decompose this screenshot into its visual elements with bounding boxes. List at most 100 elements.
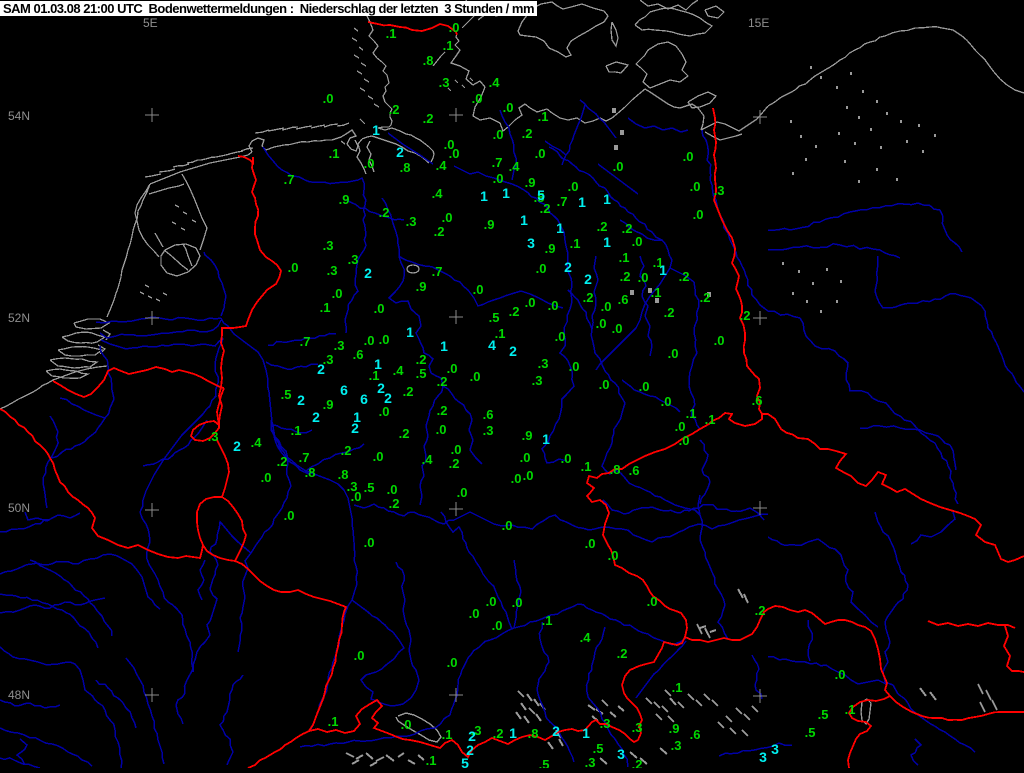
svg-text:.0: .0 bbox=[536, 261, 547, 276]
svg-text:.0: .0 bbox=[675, 419, 686, 434]
svg-text:1: 1 bbox=[603, 191, 611, 207]
svg-text:1: 1 bbox=[542, 431, 550, 447]
svg-text:.0: .0 bbox=[668, 346, 679, 361]
svg-text:.6: .6 bbox=[483, 407, 494, 422]
svg-text:.7: .7 bbox=[284, 172, 295, 187]
svg-text:.2: .2 bbox=[449, 456, 460, 471]
svg-text:5: 5 bbox=[537, 187, 545, 203]
svg-text:.1: .1 bbox=[686, 406, 697, 421]
svg-text:.4: .4 bbox=[251, 435, 263, 450]
svg-text:.3: .3 bbox=[532, 373, 543, 388]
svg-text:.0: .0 bbox=[661, 394, 672, 409]
svg-text:2: 2 bbox=[384, 390, 392, 406]
svg-text:.1: .1 bbox=[328, 714, 339, 729]
svg-text:.5: .5 bbox=[416, 366, 427, 381]
svg-text:3: 3 bbox=[527, 235, 535, 251]
svg-text:.0: .0 bbox=[351, 489, 362, 504]
svg-text:.0: .0 bbox=[261, 470, 272, 485]
svg-text:54N: 54N bbox=[8, 109, 30, 123]
svg-text:.9: .9 bbox=[339, 192, 350, 207]
svg-text:.0: .0 bbox=[503, 100, 514, 115]
svg-text:2: 2 bbox=[509, 343, 517, 359]
svg-text:.1: .1 bbox=[443, 38, 454, 53]
svg-text:.2: .2 bbox=[632, 757, 643, 768]
svg-text:2: 2 bbox=[351, 420, 359, 436]
svg-text:.0: .0 bbox=[469, 606, 480, 621]
svg-text:1: 1 bbox=[480, 188, 488, 204]
svg-text:.0: .0 bbox=[364, 156, 375, 171]
svg-text:.0: .0 bbox=[683, 149, 694, 164]
svg-text:.5: .5 bbox=[364, 480, 375, 495]
svg-text:.2: .2 bbox=[583, 290, 594, 305]
svg-text:.3: .3 bbox=[406, 214, 417, 229]
svg-text:.7: .7 bbox=[557, 194, 568, 209]
svg-text:.7: .7 bbox=[492, 155, 503, 170]
svg-text:.0: .0 bbox=[568, 179, 579, 194]
svg-text:.7: .7 bbox=[299, 450, 310, 465]
svg-text:.5: .5 bbox=[281, 387, 292, 402]
svg-text:.1: .1 bbox=[542, 613, 553, 628]
svg-text:.2: .2 bbox=[437, 374, 448, 389]
svg-text:.0: .0 bbox=[436, 422, 447, 437]
svg-text:.9: .9 bbox=[416, 279, 427, 294]
svg-text:2: 2 bbox=[297, 392, 305, 408]
svg-text:.0: .0 bbox=[693, 207, 704, 222]
svg-text:.1: .1 bbox=[386, 26, 397, 41]
svg-text:.8: .8 bbox=[423, 53, 434, 68]
svg-text:.0: .0 bbox=[379, 404, 390, 419]
svg-text:1: 1 bbox=[659, 262, 667, 278]
svg-text:1: 1 bbox=[556, 220, 564, 236]
svg-text:.0: .0 bbox=[525, 295, 536, 310]
svg-text:.2: .2 bbox=[617, 646, 628, 661]
svg-text:.0: .0 bbox=[472, 91, 483, 106]
svg-text:.1: .1 bbox=[705, 412, 716, 427]
svg-text:.2: .2 bbox=[389, 496, 400, 511]
svg-text:2: 2 bbox=[584, 271, 592, 287]
svg-text:1: 1 bbox=[582, 725, 590, 741]
svg-text:6: 6 bbox=[340, 382, 348, 398]
svg-text:.2: .2 bbox=[403, 384, 414, 399]
svg-text:.1: .1 bbox=[495, 326, 506, 341]
svg-text:.6: .6 bbox=[690, 727, 701, 742]
svg-text:.3: .3 bbox=[538, 356, 549, 371]
svg-text:.9: .9 bbox=[669, 721, 680, 736]
svg-text:.3: .3 bbox=[334, 338, 345, 353]
svg-text:.0: .0 bbox=[364, 535, 375, 550]
svg-text:.0: .0 bbox=[638, 270, 649, 285]
svg-text:.0: .0 bbox=[493, 171, 504, 186]
svg-text:.2: .2 bbox=[755, 603, 766, 618]
svg-text:.3: .3 bbox=[327, 263, 338, 278]
svg-text:.2: .2 bbox=[389, 102, 400, 117]
svg-text:.0: .0 bbox=[451, 442, 462, 457]
svg-text:2: 2 bbox=[317, 361, 325, 377]
svg-text:.0: .0 bbox=[608, 548, 619, 563]
svg-text:.0: .0 bbox=[401, 717, 412, 732]
svg-text:.0: .0 bbox=[387, 482, 398, 497]
svg-text:.9: .9 bbox=[323, 397, 334, 412]
svg-text:.1: .1 bbox=[329, 146, 340, 161]
svg-text:.1: .1 bbox=[570, 236, 581, 251]
svg-text:.2: .2 bbox=[379, 205, 390, 220]
svg-text:48N: 48N bbox=[8, 688, 30, 702]
svg-text:.0: .0 bbox=[323, 91, 334, 106]
svg-text:.2: .2 bbox=[434, 224, 445, 239]
svg-text:.1: .1 bbox=[538, 109, 549, 124]
svg-text:.0: .0 bbox=[714, 333, 725, 348]
svg-text:52N: 52N bbox=[8, 311, 30, 325]
svg-text:.2: .2 bbox=[399, 426, 410, 441]
svg-text:.6: .6 bbox=[618, 292, 629, 307]
svg-text:.0: .0 bbox=[511, 471, 522, 486]
svg-text:1: 1 bbox=[372, 122, 380, 138]
svg-text:.6: .6 bbox=[752, 393, 763, 408]
svg-text:.0: .0 bbox=[473, 282, 484, 297]
svg-text:.0: .0 bbox=[288, 260, 299, 275]
svg-text:.0: .0 bbox=[332, 286, 343, 301]
svg-text:.3: .3 bbox=[600, 716, 611, 731]
svg-text:1: 1 bbox=[578, 194, 586, 210]
svg-text:.7: .7 bbox=[432, 264, 443, 279]
svg-text:.2: .2 bbox=[700, 290, 711, 305]
svg-text:.0: .0 bbox=[535, 146, 546, 161]
svg-text:.0: .0 bbox=[447, 361, 458, 376]
svg-text:.2: .2 bbox=[620, 269, 631, 284]
svg-text:.0: .0 bbox=[585, 536, 596, 551]
